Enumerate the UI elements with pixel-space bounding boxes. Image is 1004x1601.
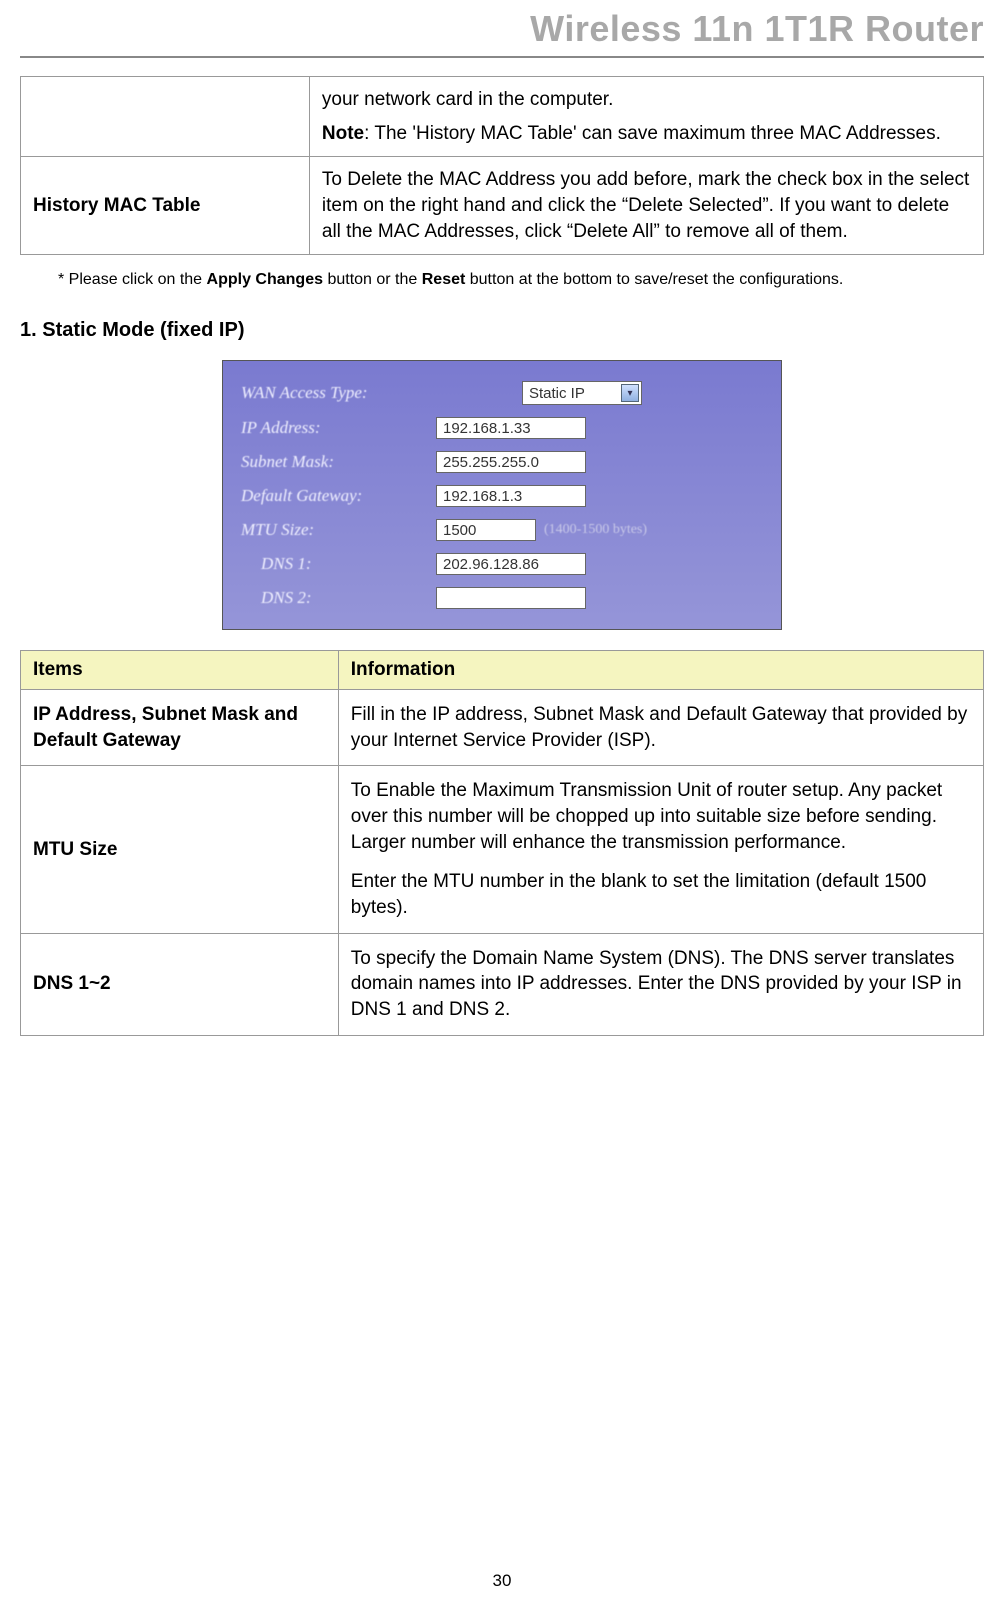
footnote-apply: Apply Changes [207,271,323,288]
table-row: MTU Size To Enable the Maximum Transmiss… [21,766,984,933]
gateway-label: Default Gateway: [241,486,436,506]
table-row: IP Address, Subnet Mask and Default Gate… [21,690,984,766]
item-info-dns: To specify the Domain Name System (DNS).… [338,933,983,1035]
sc-row-dns1: DNS 1: [241,547,763,581]
item-info-mtu: To Enable the Maximum Transmission Unit … [338,766,983,933]
top-row2-desc: To Delete the MAC Address you add before… [309,157,983,255]
sc-row-subnet: Subnet Mask: [241,445,763,479]
page-header: Wireless 11n 1T1R Router [20,0,984,58]
sc-row-gateway: Default Gateway: [241,479,763,513]
mtu-label: MTU Size: [241,520,436,540]
header-title: Wireless 11n 1T1R Router [530,8,984,49]
footnote: * Please click on the Apply Changes butt… [20,267,984,289]
dns1-label: DNS 1: [241,554,436,574]
section-heading: 1. Static Mode (fixed IP) [20,319,984,342]
item-label-ip: IP Address, Subnet Mask and Default Gate… [21,690,339,766]
row1-line1: your network card in the computer. [322,87,971,113]
footnote-reset: Reset [422,271,466,288]
table-row: History MAC Table To Delete the MAC Addr… [21,157,984,255]
table-row: DNS 1~2 To specify the Domain Name Syste… [21,933,984,1035]
ip-input[interactable] [436,417,586,439]
chevron-down-icon: ▾ [621,384,639,402]
table-row: your network card in the computer. Note:… [21,77,984,157]
sc-row-wan: WAN Access Type: Static IP ▾ [241,375,763,411]
sc-row-dns2: DNS 2: [241,581,763,615]
subnet-label: Subnet Mask: [241,452,436,472]
config-screenshot: WAN Access Type: Static IP ▾ IP Address:… [222,360,782,630]
top-info-table: your network card in the computer. Note:… [20,76,984,255]
item-label-mtu: MTU Size [21,766,339,933]
row1-note: Note: The 'History MAC Table' can save m… [322,121,971,147]
footnote-mid: button or the [323,271,422,288]
ip-label: IP Address: [241,418,436,438]
note-prefix: Note [322,123,364,144]
mtu-p2: Enter the MTU number in the blank to set… [351,869,971,920]
mtu-p1: To Enable the Maximum Transmission Unit … [351,778,971,855]
sc-row-mtu: MTU Size: (1400-1500 bytes) [241,513,763,547]
footnote-prefix: * Please click on the [58,271,207,288]
page-number: 30 [0,1571,1004,1591]
mtu-hint: (1400-1500 bytes) [544,522,647,538]
header-items: Items [21,651,339,690]
items-header-row: Items Information [21,651,984,690]
top-row1-label [21,77,310,157]
items-table: Items Information IP Address, Subnet Mas… [20,650,984,1035]
note-text: : The 'History MAC Table' can save maxim… [364,123,941,144]
item-info-ip: Fill in the IP address, Subnet Mask and … [338,690,983,766]
item-label-dns: DNS 1~2 [21,933,339,1035]
gateway-input[interactable] [436,485,586,507]
dns2-input[interactable] [436,587,586,609]
wan-value: Static IP [529,385,585,402]
subnet-input[interactable] [436,451,586,473]
screenshot-wrap: WAN Access Type: Static IP ▾ IP Address:… [20,360,984,630]
dns1-input[interactable] [436,553,586,575]
wan-select[interactable]: Static IP ▾ [522,381,642,405]
footnote-suffix: button at the bottom to save/reset the c… [465,271,843,288]
mtu-input[interactable] [436,519,536,541]
sc-row-ip: IP Address: [241,411,763,445]
top-row2-label: History MAC Table [21,157,310,255]
wan-label: WAN Access Type: [241,383,436,403]
top-row1-desc: your network card in the computer. Note:… [309,77,983,157]
dns2-label: DNS 2: [241,588,436,608]
header-info: Information [338,651,983,690]
